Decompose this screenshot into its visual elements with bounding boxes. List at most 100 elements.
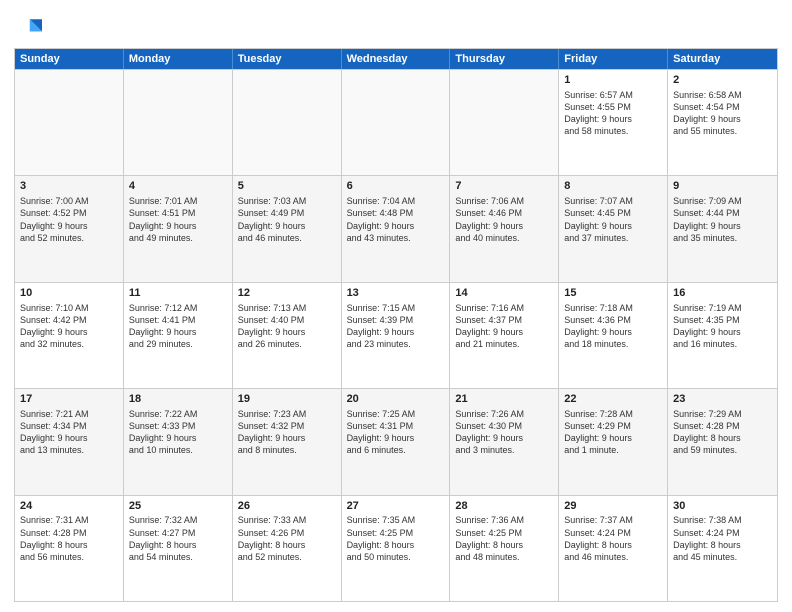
day-info-line: Daylight: 9 hours [564, 432, 662, 444]
calendar-cell-3-6: 23Sunrise: 7:29 AMSunset: 4:28 PMDayligh… [668, 389, 777, 494]
day-info-line: and 26 minutes. [238, 338, 336, 350]
day-info-line: Sunset: 4:26 PM [238, 527, 336, 539]
calendar-cell-2-5: 15Sunrise: 7:18 AMSunset: 4:36 PMDayligh… [559, 283, 668, 388]
day-info-line: Daylight: 9 hours [564, 220, 662, 232]
day-info-line: and 45 minutes. [673, 551, 772, 563]
calendar-cell-2-4: 14Sunrise: 7:16 AMSunset: 4:37 PMDayligh… [450, 283, 559, 388]
day-info-line: Daylight: 9 hours [347, 326, 445, 338]
day-info-line: Sunset: 4:37 PM [455, 314, 553, 326]
calendar-row-0: 1Sunrise: 6:57 AMSunset: 4:55 PMDaylight… [15, 69, 777, 175]
day-info-line: and 54 minutes. [129, 551, 227, 563]
day-info-line: Sunset: 4:42 PM [20, 314, 118, 326]
day-info-line: Daylight: 8 hours [129, 539, 227, 551]
day-info-line: Daylight: 9 hours [455, 220, 553, 232]
day-number: 24 [20, 499, 118, 514]
calendar-cell-3-4: 21Sunrise: 7:26 AMSunset: 4:30 PMDayligh… [450, 389, 559, 494]
day-number: 26 [238, 499, 336, 514]
header [14, 10, 778, 42]
day-info-line: and 52 minutes. [20, 232, 118, 244]
day-info-line: Sunset: 4:51 PM [129, 207, 227, 219]
day-info-line: Sunrise: 7:29 AM [673, 408, 772, 420]
day-info-line: and 46 minutes. [238, 232, 336, 244]
day-info-line: and 43 minutes. [347, 232, 445, 244]
calendar-cell-1-2: 5Sunrise: 7:03 AMSunset: 4:49 PMDaylight… [233, 176, 342, 281]
calendar-cell-4-4: 28Sunrise: 7:36 AMSunset: 4:25 PMDayligh… [450, 496, 559, 601]
day-info-line: Sunset: 4:30 PM [455, 420, 553, 432]
day-info-line: Sunset: 4:25 PM [347, 527, 445, 539]
day-info-line: Sunrise: 7:28 AM [564, 408, 662, 420]
day-info-line: Sunrise: 7:19 AM [673, 302, 772, 314]
calendar-cell-0-1 [124, 70, 233, 175]
day-info-line: Daylight: 9 hours [238, 432, 336, 444]
calendar-cell-2-2: 12Sunrise: 7:13 AMSunset: 4:40 PMDayligh… [233, 283, 342, 388]
day-info-line: Sunset: 4:25 PM [455, 527, 553, 539]
day-info-line: Daylight: 9 hours [673, 220, 772, 232]
day-info-line: Daylight: 9 hours [238, 220, 336, 232]
day-info-line: and 58 minutes. [564, 125, 662, 137]
day-info-line: Daylight: 8 hours [238, 539, 336, 551]
day-info-line: Daylight: 9 hours [347, 220, 445, 232]
calendar-cell-2-0: 10Sunrise: 7:10 AMSunset: 4:42 PMDayligh… [15, 283, 124, 388]
day-info-line: and 37 minutes. [564, 232, 662, 244]
day-number: 11 [129, 286, 227, 301]
day-number: 23 [673, 392, 772, 407]
day-info-line: Sunset: 4:41 PM [129, 314, 227, 326]
day-info-line: Sunrise: 7:09 AM [673, 195, 772, 207]
day-info-line: Sunset: 4:45 PM [564, 207, 662, 219]
day-info-line: Daylight: 9 hours [20, 432, 118, 444]
day-info-line: and 29 minutes. [129, 338, 227, 350]
day-info-line: Sunrise: 7:33 AM [238, 514, 336, 526]
day-info-line: and 23 minutes. [347, 338, 445, 350]
day-info-line: Sunrise: 7:04 AM [347, 195, 445, 207]
weekday-header-monday: Monday [124, 49, 233, 69]
day-number: 29 [564, 499, 662, 514]
day-info-line: Sunset: 4:32 PM [238, 420, 336, 432]
calendar-cell-4-0: 24Sunrise: 7:31 AMSunset: 4:28 PMDayligh… [15, 496, 124, 601]
calendar-row-4: 24Sunrise: 7:31 AMSunset: 4:28 PMDayligh… [15, 495, 777, 601]
day-info-line: Sunset: 4:36 PM [564, 314, 662, 326]
day-number: 6 [347, 179, 445, 194]
day-info-line: Daylight: 8 hours [455, 539, 553, 551]
day-number: 7 [455, 179, 553, 194]
day-number: 8 [564, 179, 662, 194]
day-info-line: Sunset: 4:31 PM [347, 420, 445, 432]
day-number: 5 [238, 179, 336, 194]
day-info-line: Sunrise: 7:18 AM [564, 302, 662, 314]
weekday-header-sunday: Sunday [15, 49, 124, 69]
day-info-line: Daylight: 9 hours [564, 113, 662, 125]
day-info-line: Sunrise: 7:22 AM [129, 408, 227, 420]
day-info-line: and 10 minutes. [129, 444, 227, 456]
calendar-cell-1-6: 9Sunrise: 7:09 AMSunset: 4:44 PMDaylight… [668, 176, 777, 281]
day-info-line: and 55 minutes. [673, 125, 772, 137]
day-number: 27 [347, 499, 445, 514]
day-info-line: Daylight: 9 hours [20, 326, 118, 338]
day-number: 30 [673, 499, 772, 514]
day-info-line: Sunrise: 7:13 AM [238, 302, 336, 314]
calendar-cell-3-5: 22Sunrise: 7:28 AMSunset: 4:29 PMDayligh… [559, 389, 668, 494]
day-info-line: and 46 minutes. [564, 551, 662, 563]
day-info-line: Daylight: 9 hours [20, 220, 118, 232]
day-info-line: Daylight: 8 hours [673, 539, 772, 551]
day-info-line: Sunrise: 7:12 AM [129, 302, 227, 314]
day-number: 17 [20, 392, 118, 407]
day-info-line: and 52 minutes. [238, 551, 336, 563]
day-info-line: and 56 minutes. [20, 551, 118, 563]
calendar-cell-3-0: 17Sunrise: 7:21 AMSunset: 4:34 PMDayligh… [15, 389, 124, 494]
calendar-row-1: 3Sunrise: 7:00 AMSunset: 4:52 PMDaylight… [15, 175, 777, 281]
day-info-line: Sunset: 4:24 PM [564, 527, 662, 539]
day-number: 3 [20, 179, 118, 194]
day-info-line: and 50 minutes. [347, 551, 445, 563]
day-info-line: Sunrise: 7:31 AM [20, 514, 118, 526]
day-info-line: and 13 minutes. [20, 444, 118, 456]
day-info-line: Sunrise: 7:21 AM [20, 408, 118, 420]
day-number: 16 [673, 286, 772, 301]
day-info-line: Sunrise: 7:37 AM [564, 514, 662, 526]
day-number: 28 [455, 499, 553, 514]
day-number: 14 [455, 286, 553, 301]
day-info-line: Daylight: 8 hours [564, 539, 662, 551]
day-info-line: Sunset: 4:46 PM [455, 207, 553, 219]
day-info-line: Sunset: 4:28 PM [673, 420, 772, 432]
day-info-line: and 35 minutes. [673, 232, 772, 244]
day-info-line: Sunrise: 7:35 AM [347, 514, 445, 526]
day-info-line: Daylight: 9 hours [238, 326, 336, 338]
